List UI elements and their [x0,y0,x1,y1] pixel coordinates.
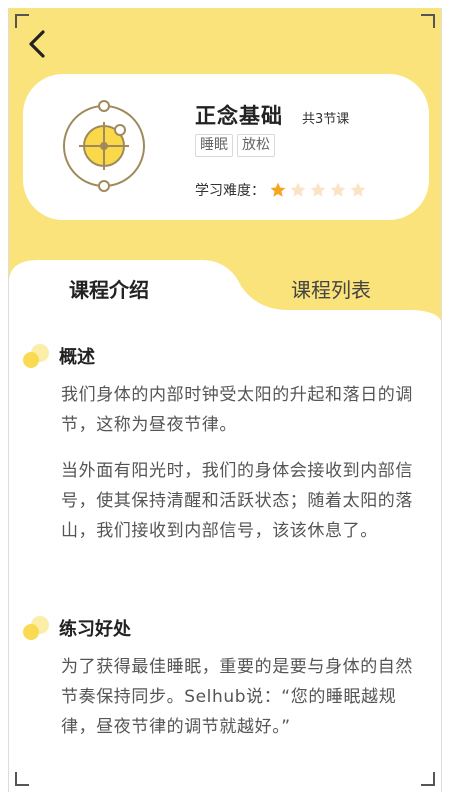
section-overview-title: 概述 [59,347,95,368]
difficulty-rating: 学习难度： [195,180,367,200]
star-empty-icon [330,182,346,197]
bullet-icon [23,342,51,370]
lesson-count: 共3节课 [302,112,350,127]
chevron-left-icon [29,30,45,58]
tab-course-intro[interactable]: 课程介绍 [69,274,149,303]
frame-corner [421,772,435,786]
difficulty-label: 学习难度： [195,183,265,199]
overview-paragraph-1: 我们身体的内部时钟受太阳的升起和落日的调节，这称为昼夜节律。 [61,385,413,435]
star-empty-icon [290,182,306,197]
star-rating [269,181,367,199]
overview-paragraph-2: 当外面有阳光时，我们的身体会接收到内部信号，使其保持清醒和活跃状态；随着太阳的落… [61,461,413,541]
tag-relax: 放松 [237,134,275,157]
section-overview-header: 概述 [23,342,95,370]
course-card: 正念基础 共3节课 睡眠 放松 学习难度： [23,74,429,220]
star-filled-icon [270,182,286,197]
course-logo [59,94,149,198]
app-screen: 正念基础 共3节课 睡眠 放松 学习难度： 课程介绍 课程列表 概述 我们身体的… [8,8,442,792]
sun-orbit-icon [63,100,145,192]
bullet-icon [23,614,51,642]
frame-corner [15,14,29,28]
tab-content: 概述 我们身体的内部时钟受太阳的升起和落日的调节，这称为昼夜节律。 当外面有阳光… [9,326,441,792]
frame-corner [421,14,435,28]
section-benefits-header: 练习好处 [23,614,131,642]
course-title: 正念基础 [195,104,283,128]
tab-bar: 课程介绍 课程列表 [9,246,441,328]
course-tags: 睡眠 放松 [195,134,275,157]
section-benefits-title: 练习好处 [59,619,131,640]
star-empty-icon [310,182,326,197]
benefits-paragraph: 为了获得最佳睡眠，重要的是要与身体的自然节奏保持同步。Selhub说：“您的睡眠… [61,657,413,737]
star-empty-icon [350,182,366,197]
frame-corner [15,772,29,786]
back-button[interactable] [23,26,53,62]
tab-course-list[interactable]: 课程列表 [291,274,371,303]
tag-sleep: 睡眠 [195,134,233,157]
